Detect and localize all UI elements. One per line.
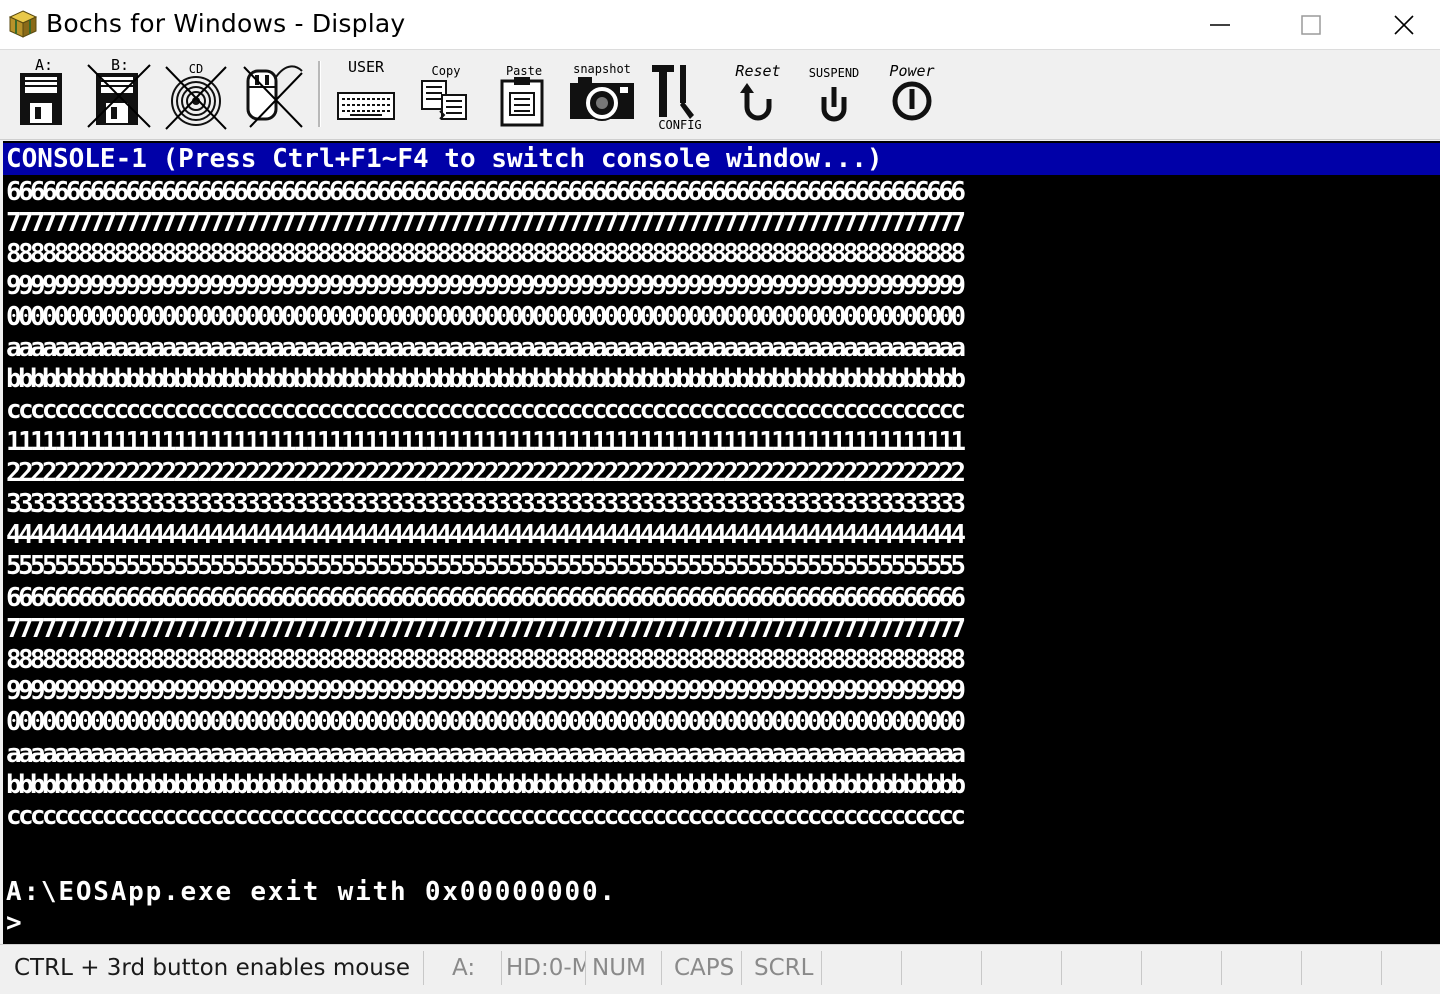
user-button[interactable]: USER xyxy=(330,57,402,133)
status-empty-4 xyxy=(1062,951,1142,985)
suspend-icon xyxy=(821,87,847,122)
status-mouse-hint: CTRL + 3rd button enables mouse xyxy=(0,951,424,985)
floppy-disk-icon xyxy=(20,73,62,125)
bochs-app-icon xyxy=(8,9,38,39)
cdrom-button[interactable]: CD xyxy=(160,57,232,133)
console-line: aaaaaaaaaaaaaaaaaaaaaaaaaaaaaaaaaaaaaaaa… xyxy=(6,739,966,769)
console-line: 8888888888888888888888888888888888888888… xyxy=(6,645,966,675)
minimize-button[interactable] xyxy=(1174,0,1266,50)
reset-button[interactable]: Reset xyxy=(722,57,794,133)
console-line: 3333333333333333333333333333333333333333… xyxy=(6,489,966,519)
status-empty-1 xyxy=(822,951,902,985)
reset-icon xyxy=(740,83,772,121)
console-line: 9999999999999999999999999999999999999999… xyxy=(6,676,966,706)
paste-button[interactable]: Paste xyxy=(488,57,560,133)
console-line: 0000000000000000000000000000000000000000… xyxy=(6,302,966,332)
status-scrl: SCRL xyxy=(742,951,822,985)
console-line: 7777777777777777777777777777777777777777… xyxy=(6,208,966,238)
status-drive-a: A: xyxy=(424,951,502,985)
maximize-button[interactable] xyxy=(1265,0,1357,50)
console-header: CONSOLE-1 (Press Ctrl+F1~F4 to switch co… xyxy=(3,143,1440,175)
floppy-b-button[interactable]: B: xyxy=(84,57,156,133)
power-button[interactable]: Power xyxy=(876,57,948,133)
toolbar: A: B: CD USER Copy Paste snapshot CONFIG… xyxy=(0,51,1440,140)
close-icon xyxy=(1394,15,1414,35)
minimize-icon xyxy=(1210,24,1230,26)
mouse-button[interactable] xyxy=(238,57,310,133)
copy-icon xyxy=(421,80,467,120)
power-icon xyxy=(892,81,932,121)
cdrom-disabled-icon xyxy=(165,66,227,130)
console-line: aaaaaaaaaaaaaaaaaaaaaaaaaaaaaaaaaaaaaaaa… xyxy=(6,333,966,363)
config-button[interactable]: CONFIG xyxy=(644,57,716,133)
console-line: 6666666666666666666666666666666666666666… xyxy=(6,177,966,207)
window-title: Bochs for Windows - Display xyxy=(46,9,406,38)
status-empty-6 xyxy=(1222,951,1302,985)
console-line: 9999999999999999999999999999999999999999… xyxy=(6,271,966,301)
copy-button[interactable]: Copy xyxy=(410,57,482,133)
console-line: 2222222222222222222222222222222222222222… xyxy=(6,458,966,488)
console-line: 5555555555555555555555555555555555555555… xyxy=(6,551,966,581)
keyboard-icon xyxy=(337,92,395,120)
console-line: cccccccccccccccccccccccccccccccccccccccc… xyxy=(6,395,966,425)
title-bar: Bochs for Windows - Display xyxy=(0,0,1440,50)
suspend-button[interactable]: SUSPEND xyxy=(798,57,870,133)
console-line: bbbbbbbbbbbbbbbbbbbbbbbbbbbbbbbbbbbbbbbb… xyxy=(6,770,966,800)
console-line: 6666666666666666666666666666666666666666… xyxy=(6,583,966,613)
close-button[interactable] xyxy=(1358,0,1440,50)
console-line: 0000000000000000000000000000000000000000… xyxy=(6,707,966,737)
floppy-a-button[interactable]: A: xyxy=(8,57,80,133)
status-empty-7 xyxy=(1302,951,1382,985)
maximize-icon xyxy=(1301,15,1321,35)
console-prompt: > xyxy=(6,908,22,938)
console-line: 8888888888888888888888888888888888888888… xyxy=(6,239,966,269)
toolbar-separator xyxy=(318,61,321,127)
console-line: bbbbbbbbbbbbbbbbbbbbbbbbbbbbbbbbbbbbbbbb… xyxy=(6,364,966,394)
clipboard-icon xyxy=(500,77,544,127)
status-hd: HD:0-M xyxy=(502,951,586,985)
console-line: 1111111111111111111111111111111111111111… xyxy=(6,427,966,457)
status-caps: CAPS xyxy=(662,951,742,985)
status-bar: CTRL + 3rd button enables mouse A: HD:0-… xyxy=(0,944,1440,994)
camera-icon xyxy=(570,77,634,121)
status-empty-3 xyxy=(982,951,1062,985)
floppy-disk-disabled-icon xyxy=(87,64,151,128)
emulator-display[interactable]: CONSOLE-1 (Press Ctrl+F1~F4 to switch co… xyxy=(3,141,1440,944)
console-line: 4444444444444444444444444444444444444444… xyxy=(6,520,966,550)
console-exit-message: A:\EOSApp.exe exit with 0x00000000. xyxy=(6,877,617,907)
status-empty-2 xyxy=(902,951,982,985)
status-num: NUM xyxy=(586,951,662,985)
mouse-disabled-icon xyxy=(243,65,303,128)
config-label: CONFIG xyxy=(658,118,702,132)
console-line: 7777777777777777777777777777777777777777… xyxy=(6,614,966,644)
status-empty-5 xyxy=(1142,951,1222,985)
snapshot-button[interactable]: snapshot xyxy=(566,57,638,133)
